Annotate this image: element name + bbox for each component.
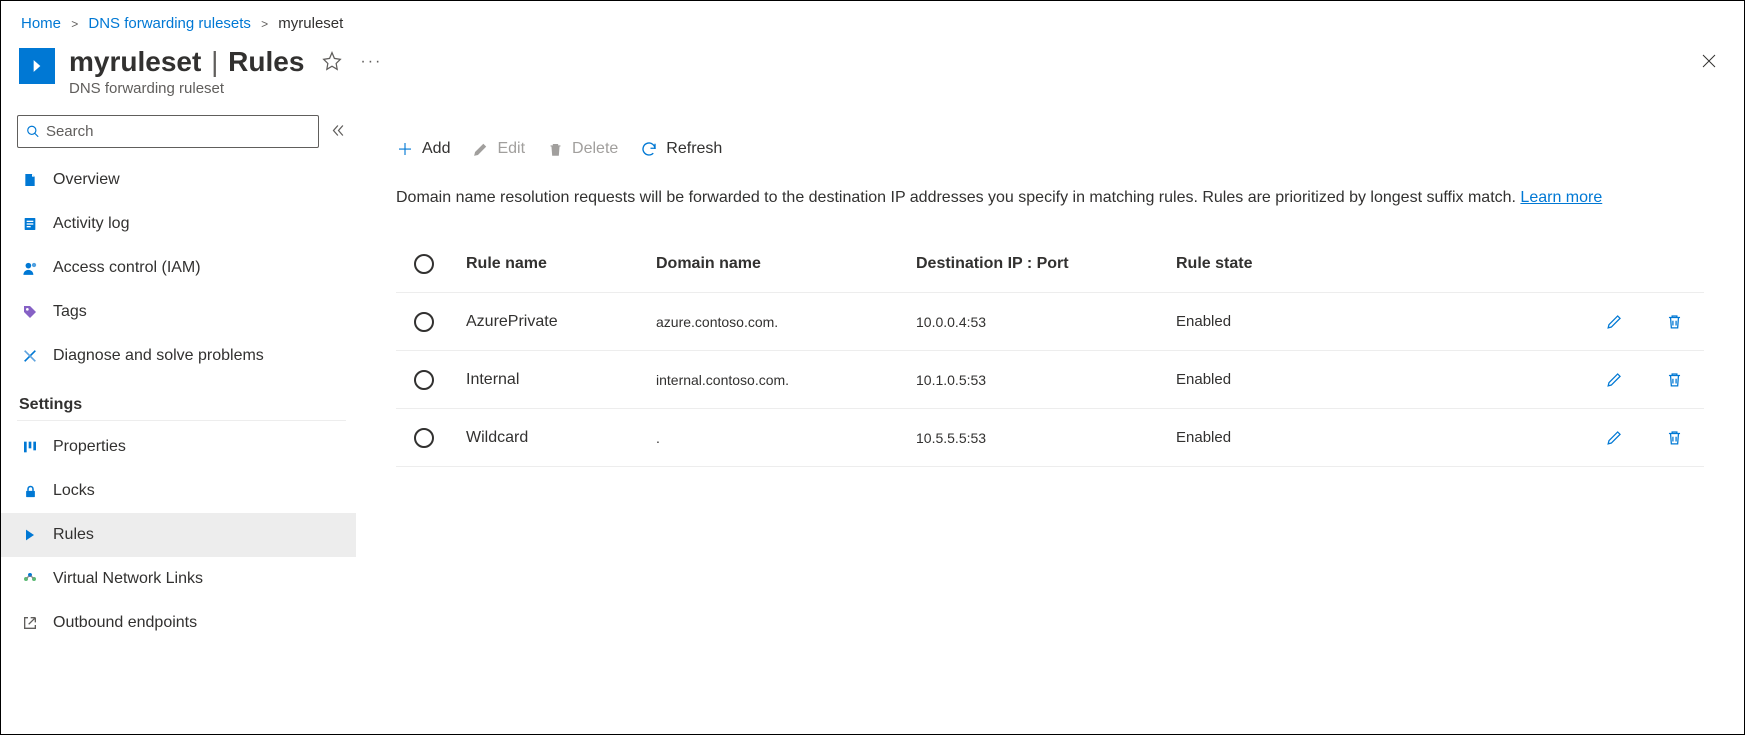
col-domain-name[interactable]: Domain name <box>656 255 916 273</box>
refresh-label: Refresh <box>666 140 722 158</box>
sidebar-item-label: Properties <box>53 438 126 456</box>
row-select-checkbox[interactable] <box>414 370 434 390</box>
cell-destination: 10.1.0.5:53 <box>916 372 1176 388</box>
diagnose-icon <box>21 348 39 364</box>
breadcrumb-current: myruleset <box>278 15 343 32</box>
col-rule-state[interactable]: Rule state <box>1176 255 1426 273</box>
sidebar-item-vnet-links[interactable]: Virtual Network Links <box>17 557 346 601</box>
select-all-checkbox[interactable] <box>414 254 434 274</box>
chevron-right-icon: > <box>261 17 268 31</box>
table-row: Internal internal.contoso.com. 10.1.0.5:… <box>396 351 1704 409</box>
lock-icon <box>21 484 39 499</box>
cell-destination: 10.0.0.4:53 <box>916 314 1176 330</box>
tags-icon <box>21 304 39 320</box>
main-content: Add Edit Delete Refresh Domain name reso… <box>356 115 1744 645</box>
sidebar-item-label: Overview <box>53 171 120 189</box>
sidebar-item-label: Activity log <box>53 215 129 233</box>
properties-icon <box>21 439 39 455</box>
description-text: Domain name resolution requests will be … <box>396 187 1704 209</box>
sidebar-item-label: Diagnose and solve problems <box>53 347 264 365</box>
cell-destination: 10.5.5.5:53 <box>916 430 1176 446</box>
delete-row-icon[interactable] <box>1644 312 1704 331</box>
breadcrumb-rulesets[interactable]: DNS forwarding rulesets <box>88 15 251 32</box>
breadcrumb-home[interactable]: Home <box>21 15 61 32</box>
cell-domain: internal.contoso.com. <box>656 372 916 388</box>
vnet-links-icon <box>21 571 39 587</box>
sidebar-item-overview[interactable]: Overview <box>17 158 346 202</box>
more-menu-icon[interactable]: ··· <box>360 53 382 71</box>
sidebar-item-locks[interactable]: Locks <box>17 469 346 513</box>
section-name: Rules <box>228 46 304 77</box>
collapse-sidebar-icon[interactable] <box>331 123 346 141</box>
activity-log-icon <box>21 216 39 232</box>
cell-state: Enabled <box>1176 429 1426 446</box>
cell-rule-name[interactable]: Wildcard <box>466 429 656 447</box>
close-button[interactable] <box>1694 46 1724 79</box>
sidebar-nav: Overview Activity log Access control (IA… <box>1 115 356 645</box>
sidebar-item-label: Outbound endpoints <box>53 614 197 632</box>
favorite-star-icon[interactable] <box>322 51 342 74</box>
rules-table: Rule name Domain name Destination IP : P… <box>396 235 1704 467</box>
cell-domain: . <box>656 430 916 446</box>
delete-button[interactable]: Delete <box>547 140 618 158</box>
sidebar-item-properties[interactable]: Properties <box>17 425 346 469</box>
add-label: Add <box>422 140 450 158</box>
table-header: Rule name Domain name Destination IP : P… <box>396 235 1704 293</box>
resource-type: DNS forwarding ruleset <box>69 80 382 97</box>
sidebar-item-label: Virtual Network Links <box>53 570 203 588</box>
chevron-right-icon: > <box>71 17 78 31</box>
sidebar-item-outbound[interactable]: Outbound endpoints <box>17 601 346 645</box>
search-input[interactable] <box>46 123 310 140</box>
edit-row-icon[interactable] <box>1584 370 1644 389</box>
add-button[interactable]: Add <box>396 140 450 158</box>
toolbar: Add Edit Delete Refresh <box>396 125 1704 173</box>
breadcrumb: Home > DNS forwarding rulesets > myrules… <box>1 1 1744 40</box>
delete-label: Delete <box>572 140 618 158</box>
table-row: AzurePrivate azure.contoso.com. 10.0.0.4… <box>396 293 1704 351</box>
sidebar-item-activity[interactable]: Activity log <box>17 202 346 246</box>
cell-rule-name[interactable]: AzurePrivate <box>466 313 656 331</box>
iam-icon <box>21 260 39 277</box>
rules-icon <box>21 527 39 543</box>
sidebar-item-label: Locks <box>53 482 95 500</box>
edit-label: Edit <box>497 140 525 158</box>
description-body: Domain name resolution requests will be … <box>396 189 1520 206</box>
cell-rule-name[interactable]: Internal <box>466 371 656 389</box>
cell-state: Enabled <box>1176 313 1426 330</box>
sidebar-item-diagnose[interactable]: Diagnose and solve problems <box>17 334 346 378</box>
col-rule-name[interactable]: Rule name <box>466 255 656 273</box>
sidebar-section-settings: Settings <box>17 378 346 421</box>
edit-row-icon[interactable] <box>1584 312 1644 331</box>
sidebar-item-label: Access control (IAM) <box>53 259 201 277</box>
sidebar-item-tags[interactable]: Tags <box>17 290 346 334</box>
page-title: myruleset | Rules <box>69 46 304 78</box>
row-select-checkbox[interactable] <box>414 428 434 448</box>
page-header: myruleset | Rules ··· DNS forwarding rul… <box>1 40 1744 115</box>
sidebar-search[interactable] <box>17 115 319 148</box>
sidebar-item-label: Rules <box>53 526 94 544</box>
learn-more-link[interactable]: Learn more <box>1520 189 1602 206</box>
resource-name: myruleset <box>69 46 201 77</box>
delete-row-icon[interactable] <box>1644 370 1704 389</box>
cell-domain: azure.contoso.com. <box>656 314 916 330</box>
edit-row-icon[interactable] <box>1584 428 1644 447</box>
outbound-icon <box>21 615 39 631</box>
delete-row-icon[interactable] <box>1644 428 1704 447</box>
search-icon <box>26 124 40 139</box>
edit-button[interactable]: Edit <box>472 140 525 158</box>
overview-icon <box>21 172 39 188</box>
refresh-button[interactable]: Refresh <box>640 140 722 158</box>
table-row: Wildcard . 10.5.5.5:53 Enabled <box>396 409 1704 467</box>
resource-icon <box>19 48 55 84</box>
sidebar-item-rules[interactable]: Rules <box>1 513 356 557</box>
row-select-checkbox[interactable] <box>414 312 434 332</box>
cell-state: Enabled <box>1176 371 1426 388</box>
sidebar-item-iam[interactable]: Access control (IAM) <box>17 246 346 290</box>
col-destination[interactable]: Destination IP : Port <box>916 255 1176 273</box>
sidebar-item-label: Tags <box>53 303 87 321</box>
